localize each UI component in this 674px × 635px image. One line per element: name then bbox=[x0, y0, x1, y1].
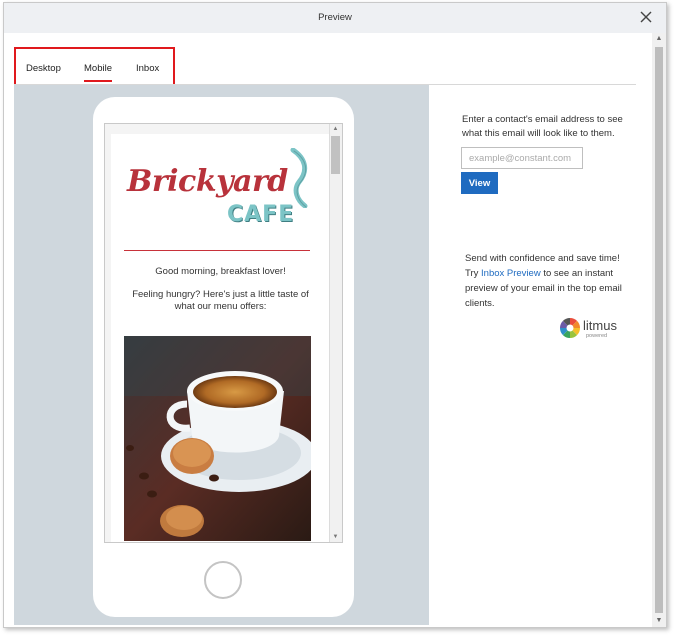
email-intro: Feeling hungry? Here's just a little tas… bbox=[132, 289, 309, 312]
phone-screen[interactable]: Brickyard CAFE Good morning, breakfast l… bbox=[104, 123, 343, 543]
litmus-sub-label: powered bbox=[586, 333, 608, 339]
scrollbar-thumb[interactable] bbox=[331, 136, 340, 174]
mobile-preview-pane: Brickyard CAFE Good morning, breakfast l… bbox=[14, 85, 429, 625]
preview-side-panel: Enter a contact's email address to see w… bbox=[429, 85, 636, 625]
phone-scrollbar[interactable]: ▲ ▼ bbox=[329, 124, 342, 542]
phone-home-button bbox=[204, 561, 242, 599]
view-button[interactable]: View bbox=[461, 172, 498, 194]
preview-dialog: Preview Desktop Mobile Inbox Brickyard C… bbox=[3, 2, 667, 628]
litmus-label: litmus bbox=[583, 318, 617, 333]
scroll-up-icon[interactable]: ▲ bbox=[652, 33, 666, 45]
dialog-titlebar: Preview bbox=[4, 3, 666, 33]
email-content: Brickyard CAFE Good morning, breakfast l… bbox=[111, 134, 330, 542]
inbox-preview-promo: Send with confidence and save time! Try … bbox=[465, 251, 631, 311]
scroll-up-icon[interactable]: ▲ bbox=[331, 125, 340, 133]
brand-logo-cafe: CAFE bbox=[227, 202, 295, 227]
coffee-photo bbox=[124, 336, 311, 541]
dialog-scrollbar[interactable]: ▲ ▼ bbox=[652, 33, 666, 627]
tab-desktop[interactable]: Desktop bbox=[26, 63, 61, 74]
dialog-title: Preview bbox=[318, 12, 352, 23]
brand-logo-brickyard: Brickyard bbox=[127, 164, 288, 199]
litmus-icon bbox=[560, 318, 580, 338]
scroll-down-icon[interactable]: ▼ bbox=[652, 615, 666, 627]
divider-line bbox=[124, 250, 310, 251]
close-icon[interactable] bbox=[638, 9, 654, 25]
scrollbar-thumb[interactable] bbox=[655, 47, 663, 613]
litmus-logo: litmus powered bbox=[559, 315, 629, 343]
send-test-description: Enter a contact's email address to see w… bbox=[462, 114, 623, 139]
inbox-preview-link[interactable]: Inbox Preview bbox=[481, 268, 541, 279]
phone-frame: Brickyard CAFE Good morning, breakfast l… bbox=[93, 97, 354, 617]
scroll-down-icon[interactable]: ▼ bbox=[331, 533, 340, 541]
tab-mobile[interactable]: Mobile bbox=[84, 63, 112, 82]
contact-email-input[interactable] bbox=[461, 147, 583, 169]
email-greeting: Good morning, breakfast lover! bbox=[155, 266, 286, 277]
tab-inbox[interactable]: Inbox bbox=[136, 63, 159, 74]
preview-tabs: Desktop Mobile Inbox bbox=[14, 47, 175, 87]
